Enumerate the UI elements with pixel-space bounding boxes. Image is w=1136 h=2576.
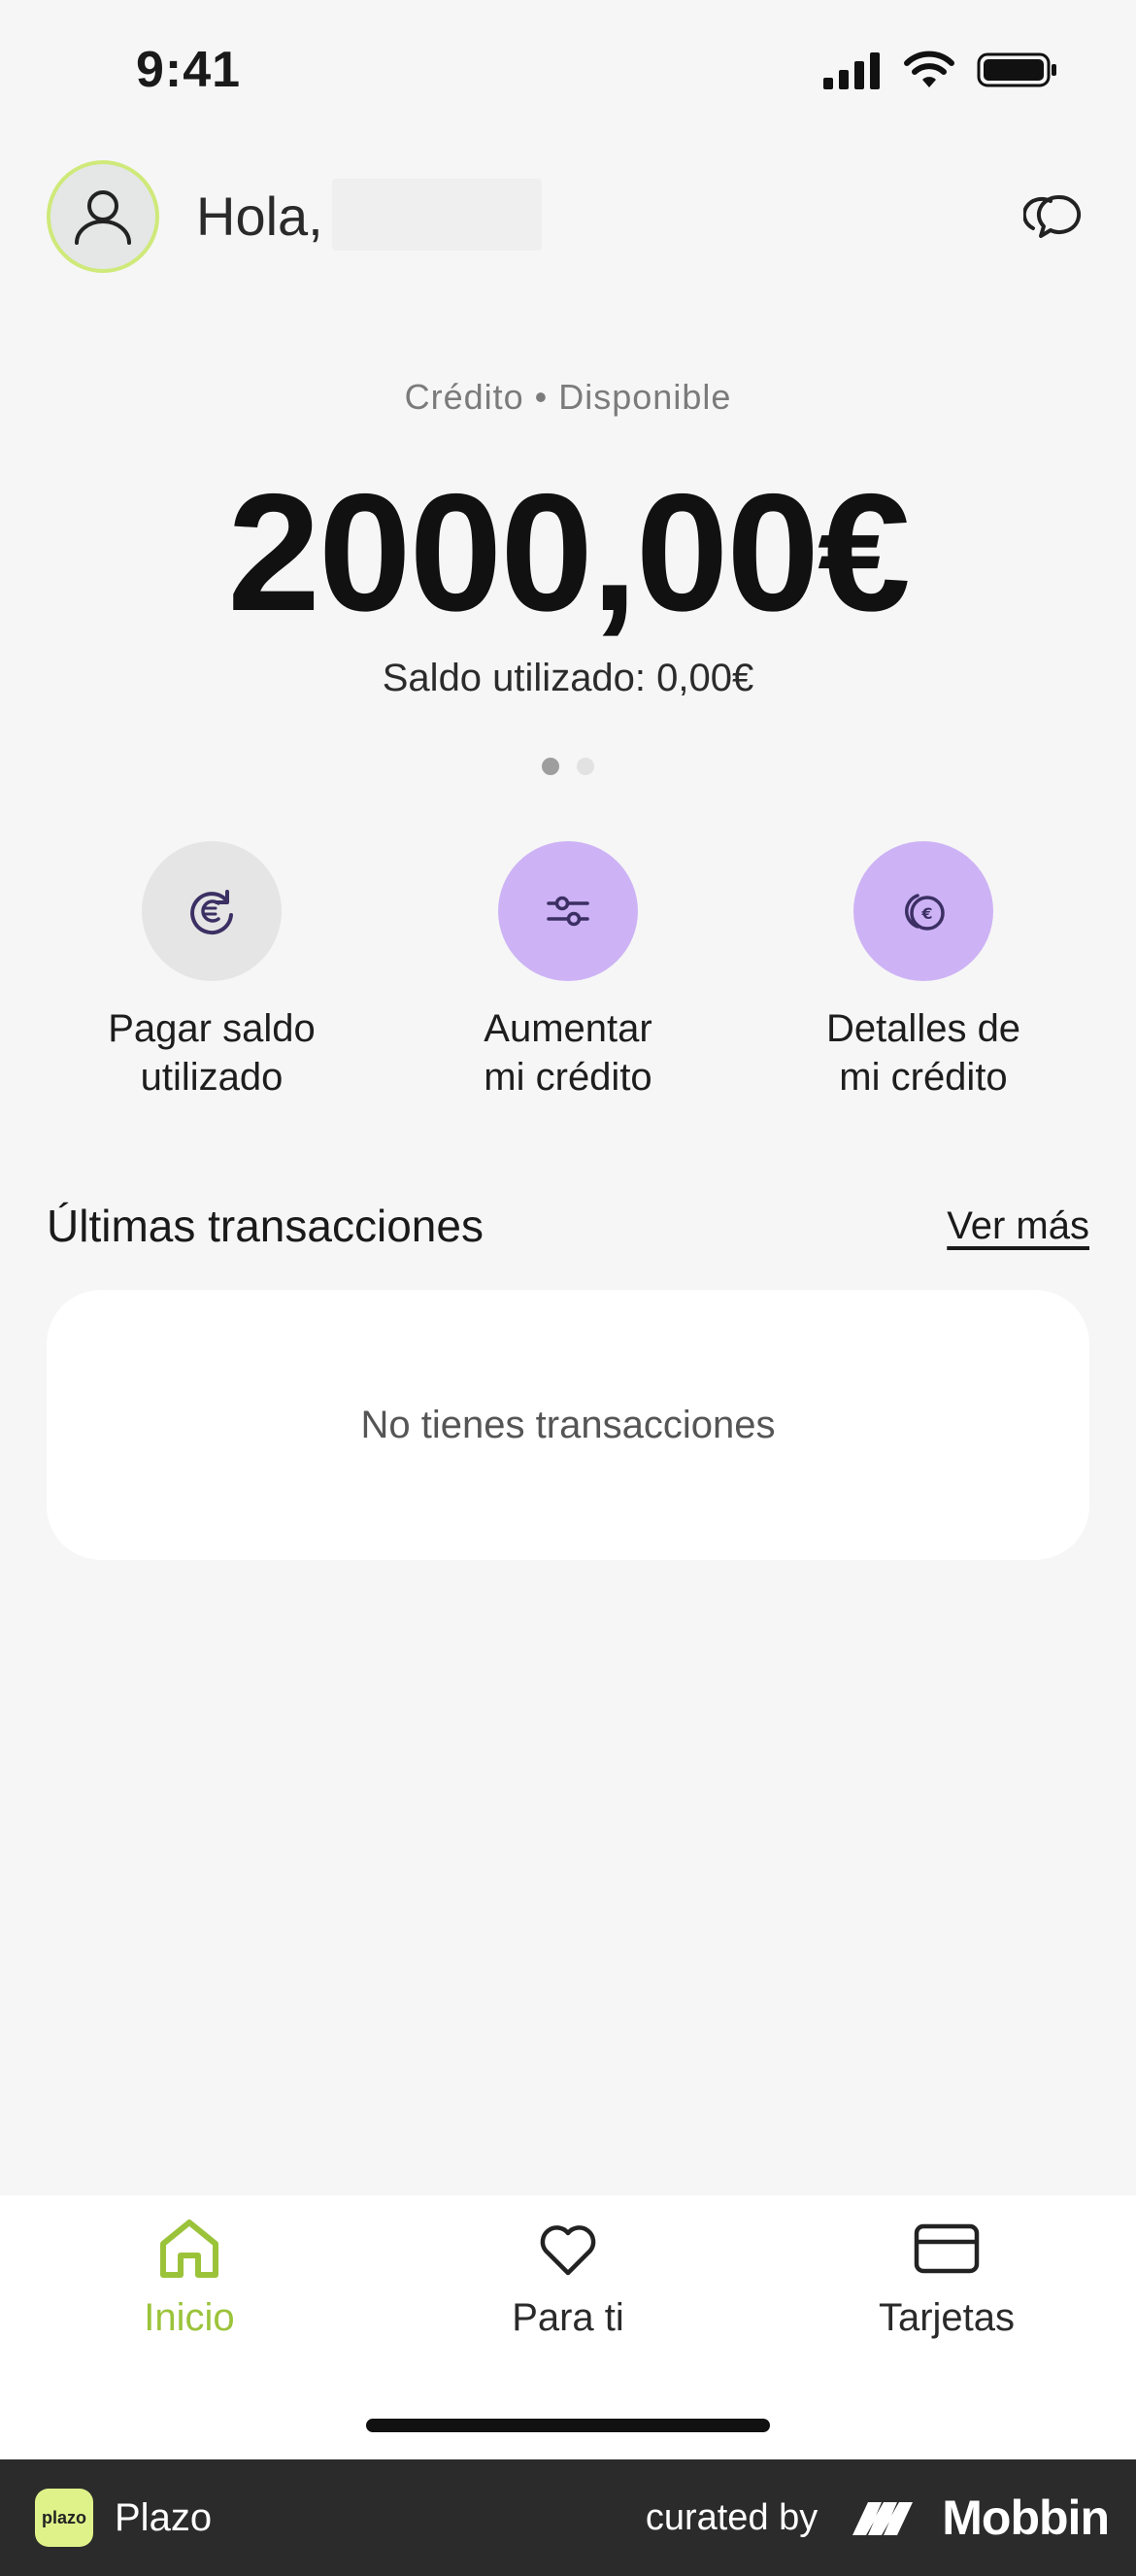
nav-tarjetas[interactable]: Tarjetas [801, 2215, 1092, 2340]
page-indicator[interactable] [0, 758, 1136, 775]
status-time: 9:41 [136, 42, 242, 98]
empty-transactions-text: No tienes transacciones [360, 1403, 776, 1446]
mobbin-logo-icon [852, 2502, 914, 2535]
pay-balance-button[interactable]: Pagar saldo utilizado [37, 841, 386, 1102]
user-icon [75, 190, 131, 245]
euro-refresh-icon [190, 890, 233, 935]
credit-details-label-line1: Detalles de [825, 1007, 1021, 1050]
used-balance: Saldo utilizado: 0,00€ [382, 657, 754, 699]
chat-icon [1021, 194, 1082, 238]
increase-credit-label-line1: Aumentar [484, 1007, 652, 1050]
credit-details-circle[interactable]: € [853, 841, 993, 981]
coins-euro-icon: € [905, 894, 945, 931]
app-logo: plazo [35, 2489, 93, 2547]
increase-credit-button[interactable]: Aumentar mi crédito [393, 841, 743, 1102]
see-more-link[interactable]: Ver más [947, 1204, 1089, 1248]
user-name-redacted [332, 179, 542, 251]
transactions-title: Últimas transacciones [47, 1201, 484, 1251]
wifi-icon [904, 51, 954, 87]
pay-balance-circle[interactable] [142, 841, 282, 981]
heart-icon [540, 2225, 596, 2276]
pay-balance-label-line2: utilizado [140, 1056, 284, 1099]
home-icon [160, 2220, 218, 2278]
page-dot-2[interactable] [577, 758, 594, 775]
home-indicator[interactable] [366, 2419, 770, 2432]
increase-credit-circle[interactable] [498, 841, 638, 981]
credit-label: Crédito • Disponible [404, 377, 732, 417]
page-dot-1[interactable] [542, 758, 559, 775]
chat-button[interactable] [1021, 189, 1086, 248]
nav-inicio[interactable]: Inicio [44, 2215, 335, 2340]
battery-icon [977, 52, 1056, 87]
profile-avatar[interactable] [47, 160, 159, 273]
card-icon [914, 2223, 980, 2274]
footer-banner: plazo Plazo curated by Mobbin [0, 2459, 1136, 2576]
mobbin-brand: Mobbin [852, 2490, 1110, 2546]
pay-balance-label-line1: Pagar saldo [108, 1007, 316, 1050]
greeting-text: Hola, [196, 186, 323, 247]
curated-by-text: curated by [645, 2496, 819, 2538]
credit-details-label-line2: mi crédito [839, 1056, 1008, 1099]
nav-para-ti-label: Para ti [512, 2296, 624, 2339]
transactions-card: No tienes transacciones [47, 1290, 1089, 1560]
mobbin-text: Mobbin [942, 2491, 1110, 2545]
nav-inicio-label: Inicio [144, 2296, 235, 2339]
increase-credit-label-line2: mi crédito [484, 1056, 652, 1099]
credit-available-amount: 2000,00€ [227, 459, 910, 646]
sliders-icon [547, 896, 589, 927]
nav-tarjetas-label: Tarjetas [878, 2296, 1016, 2339]
increase-credit-label: Aumentar mi crédito [484, 1004, 652, 1102]
status-icons [823, 51, 1058, 89]
signal-icon [823, 52, 880, 89]
app-name: Plazo [115, 2495, 213, 2539]
svg-text:€: € [920, 904, 932, 923]
credit-details-button[interactable]: € Detalles de mi crédito [749, 841, 1098, 1102]
pay-balance-label: Pagar saldo utilizado [108, 1004, 315, 1102]
credit-details-label: Detalles de mi crédito [826, 1004, 1020, 1102]
app-logo-text: plazo [41, 2507, 86, 2527]
nav-para-ti[interactable]: Para ti [422, 2215, 714, 2340]
